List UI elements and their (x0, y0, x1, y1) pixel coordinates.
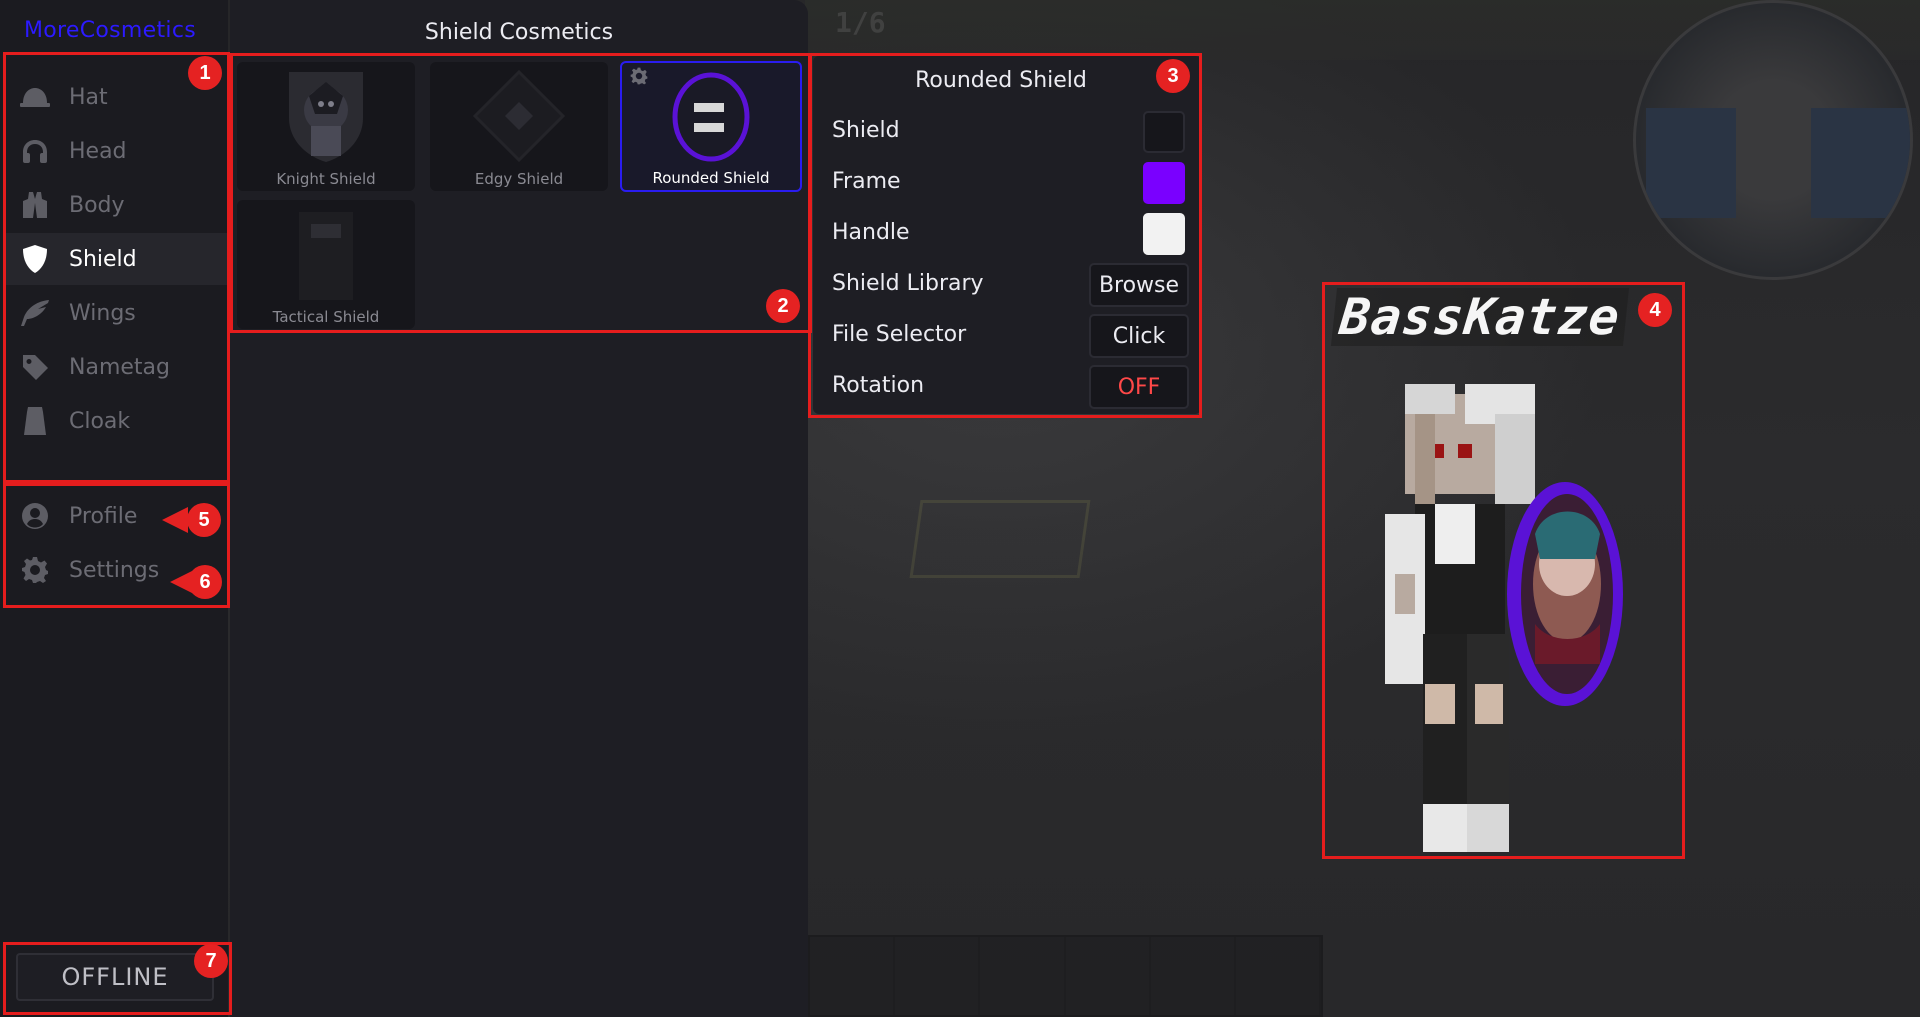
annotation-badge-2: 2 (766, 289, 800, 323)
hotbar-slot (895, 937, 981, 1015)
annotation-box-4 (1322, 282, 1685, 859)
hotbar-slot (1065, 937, 1151, 1015)
annotation-badge-6: 6 (188, 565, 222, 599)
minimap-water (1646, 108, 1736, 218)
hotbar-slot (1235, 937, 1322, 1015)
panel-title: Shield Cosmetics (424, 20, 614, 45)
minimap-water (1811, 108, 1910, 218)
brand-logo-text: MoreCosmetics (24, 18, 196, 43)
annotation-badge-3: 3 (1156, 59, 1190, 93)
annotation-box-1 (3, 52, 230, 483)
annotation-badge-1: 1 (188, 56, 222, 90)
annotation-pointer-5 (162, 507, 188, 533)
hotbar-slot (980, 937, 1066, 1015)
hud-counter: 1/6 (835, 6, 886, 39)
hotbar-slot (810, 937, 896, 1015)
annotation-badge-4: 4 (1638, 293, 1672, 327)
hotbar (808, 935, 1323, 1017)
hotbar-slot (1150, 937, 1236, 1015)
annotation-badge-5: 5 (187, 503, 221, 537)
annotation-badge-7: 7 (194, 944, 228, 978)
annotation-box-3 (808, 53, 1202, 418)
world-block-outline (909, 500, 1091, 578)
annotation-box-2 (230, 53, 812, 333)
minimap (1633, 0, 1913, 280)
